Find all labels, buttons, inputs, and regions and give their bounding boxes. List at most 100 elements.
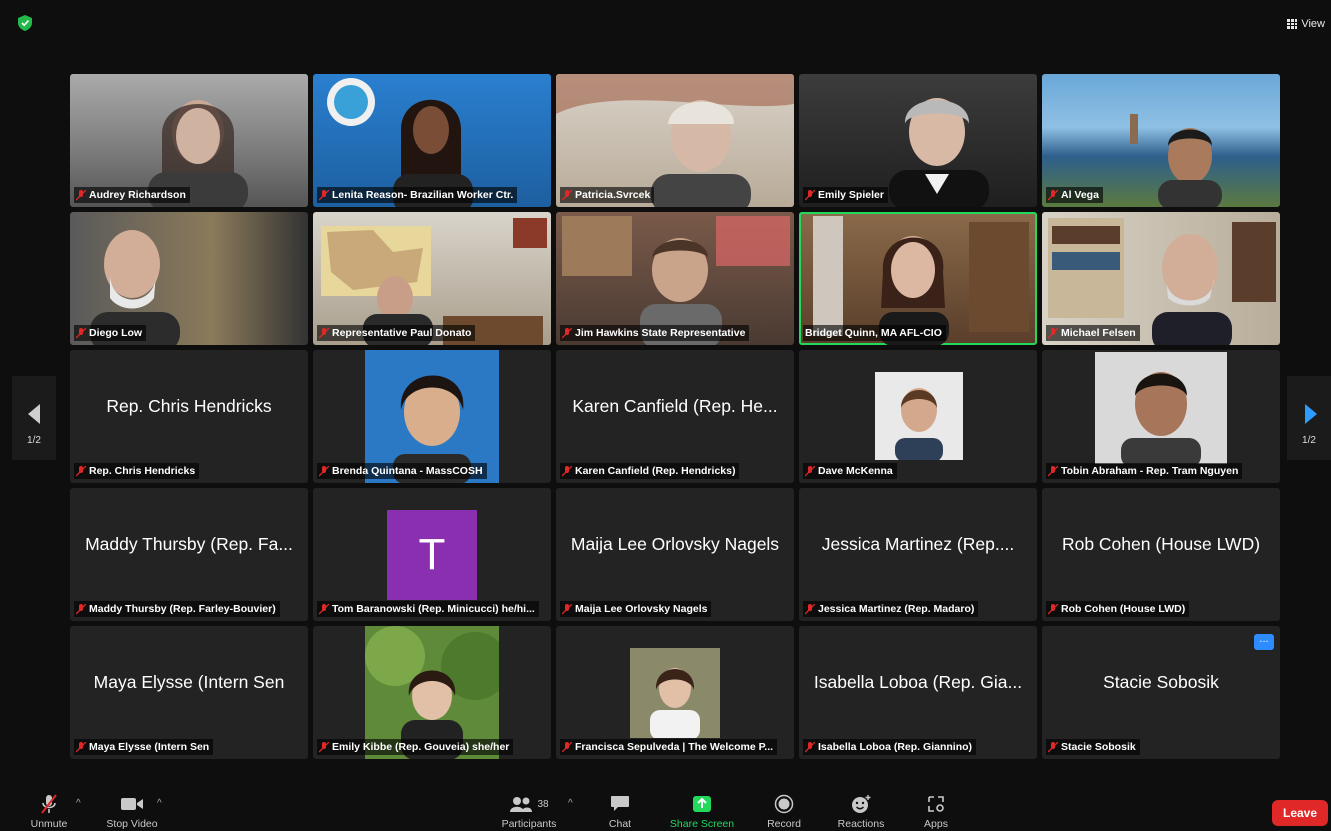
participant-name-tag: Audrey Richardson [74,187,190,203]
participant-name-tag: Maddy Thursby (Rep. Farley-Bouvier) [74,601,280,617]
muted-mic-icon [1048,465,1058,476]
muted-mic-icon [76,603,86,614]
video-tile[interactable]: Rep. Chris Hendricks Rep. Chris Hendrick… [70,350,308,483]
chevron-left-icon [28,404,40,424]
participant-photo [875,372,963,460]
participant-name-tag: Emily Spieler [803,187,888,203]
share-screen-button[interactable]: Share Screen [664,794,740,830]
video-tile[interactable]: Diego Low [70,212,308,345]
muted-mic-icon [1048,603,1058,614]
video-tile[interactable]: Jessica Martinez (Rep.... Jessica Martin… [799,488,1037,621]
muted-mic-icon [319,603,329,614]
video-tile[interactable]: Michael Felsen [1042,212,1280,345]
muted-mic-icon [76,189,86,200]
video-tile[interactable]: ... Stacie Sobosik Stacie Sobosik [1042,626,1280,759]
video-tile[interactable]: Maddy Thursby (Rep. Fa... Maddy Thursby … [70,488,308,621]
muted-mic-icon [805,741,815,752]
muted-mic-icon [805,603,815,614]
participant-display-name: Maya Elysse (Intern Sen [93,672,285,692]
video-tile[interactable]: Brenda Quintana - MassCOSH [313,350,551,483]
muted-mic-icon [562,741,572,752]
muted-mic-icon [319,741,329,752]
audio-options-caret-icon[interactable]: ^ [76,798,81,809]
next-page-button[interactable]: 1/2 [1287,376,1331,460]
participant-name-tag: Karen Canfield (Rep. Hendricks) [560,463,740,479]
video-tile[interactable]: Jim Hawkins State Representative [556,212,794,345]
muted-mic-icon [76,465,86,476]
participant-name-tag: Stacie Sobosik [1046,739,1140,755]
video-tile[interactable]: Emily Spieler [799,74,1037,207]
participant-display-name: Stacie Sobosik [1103,672,1219,692]
video-tile[interactable]: Rob Cohen (House LWD) Rob Cohen (House L… [1042,488,1280,621]
participants-icon [510,797,533,812]
video-tile[interactable]: Dave McKenna [799,350,1037,483]
participants-button[interactable]: 38 Participants [494,794,564,830]
video-tile[interactable]: Maya Elysse (Intern Sen Maya Elysse (Int… [70,626,308,759]
muted-mic-icon [319,465,329,476]
apps-button[interactable]: Apps [916,794,956,830]
participants-options-caret-icon[interactable]: ^ [568,798,573,809]
participant-photo [630,648,720,738]
chat-button[interactable]: Chat [600,794,640,830]
participant-display-name: Rep. Chris Hendricks [106,396,272,416]
video-tile[interactable]: Tobin Abraham - Rep. Tram Nguyen [1042,350,1280,483]
chevron-right-icon [1305,404,1317,424]
video-camera-icon [121,798,143,810]
participant-name-tag: Tobin Abraham - Rep. Tram Nguyen [1046,463,1243,479]
participant-name-tag: Francisca Sepulveda | The Welcome P... [560,739,778,755]
stop-video-label: Stop Video [106,818,158,830]
grid-view-icon [1287,19,1298,29]
previous-page-button[interactable]: 1/2 [12,376,56,460]
participant-name-tag: Rob Cohen (House LWD) [1046,601,1190,617]
top-bar: View [0,0,1331,40]
participant-display-name: Karen Canfield (Rep. He... [572,396,778,416]
participant-name-tag: Jim Hawkins State Representative [560,325,750,341]
security-shield-icon[interactable] [18,15,32,31]
reactions-button[interactable]: Reactions [832,794,890,830]
video-tile[interactable]: Audrey Richardson [70,74,308,207]
video-tile[interactable]: Al Vega [1042,74,1280,207]
record-button[interactable]: Record [762,794,806,830]
participant-display-name: Jessica Martinez (Rep.... [821,534,1015,554]
participant-display-name: Isabella Loboa (Rep. Gia... [813,672,1023,692]
video-tile[interactable]: Maija Lee Orlovsky Nagels Maija Lee Orlo… [556,488,794,621]
muted-mic-icon [319,327,329,338]
video-tile[interactable]: Francisca Sepulveda | The Welcome P... [556,626,794,759]
reactions-smiley-icon [852,795,871,813]
video-tile[interactable]: Representative Paul Donato [313,212,551,345]
video-options-caret-icon[interactable]: ^ [157,798,162,809]
stop-video-button[interactable]: Stop Video [100,794,164,830]
participant-name-tag: Bridget Quinn, MA AFL-CIO [803,325,946,341]
muted-mic-icon [76,327,86,338]
video-tile[interactable]: Karen Canfield (Rep. He... Karen Canfiel… [556,350,794,483]
video-tile[interactable]: T Tom Baranowski (Rep. Minicucci) he/hi.… [313,488,551,621]
chat-label: Chat [608,818,632,830]
reactions-label: Reactions [837,818,885,830]
participant-name-tag: Al Vega [1046,187,1103,203]
more-options-button[interactable]: ... [1254,634,1274,650]
muted-mic-icon [562,465,572,476]
participant-name-tag: Tom Baranowski (Rep. Minicucci) he/hi... [317,601,539,617]
muted-mic-icon [562,189,572,200]
video-tile[interactable]: Emily Kibbe (Rep. Gouveia) she/her [313,626,551,759]
video-tile[interactable]: Isabella Loboa (Rep. Gia... Isabella Lob… [799,626,1037,759]
apps-label: Apps [924,818,948,830]
participant-photo [1095,352,1227,464]
record-label: Record [767,818,801,830]
participant-name-tag: Dave McKenna [803,463,897,479]
video-tile-active-speaker[interactable]: Bridget Quinn, MA AFL-CIO [799,212,1037,345]
video-tile[interactable]: Patricia.Svrcek [556,74,794,207]
video-tile[interactable]: Lenita Reason- Brazilian Worker Ctr. [313,74,551,207]
view-button[interactable]: View [1287,18,1325,30]
participant-name-tag: Isabella Loboa (Rep. Giannino) [803,739,977,755]
page-indicator-right: 1/2 [1302,435,1316,446]
share-screen-label: Share Screen [669,818,735,830]
leave-button[interactable]: Leave [1272,800,1328,826]
record-icon [774,794,794,814]
muted-mic-icon [562,603,572,614]
apps-icon [928,796,944,812]
participant-display-name: Rob Cohen (House LWD) [1061,534,1261,554]
participant-name-tag: Representative Paul Donato [317,325,476,341]
share-screen-icon [693,796,711,812]
unmute-button[interactable]: Unmute [26,794,72,830]
